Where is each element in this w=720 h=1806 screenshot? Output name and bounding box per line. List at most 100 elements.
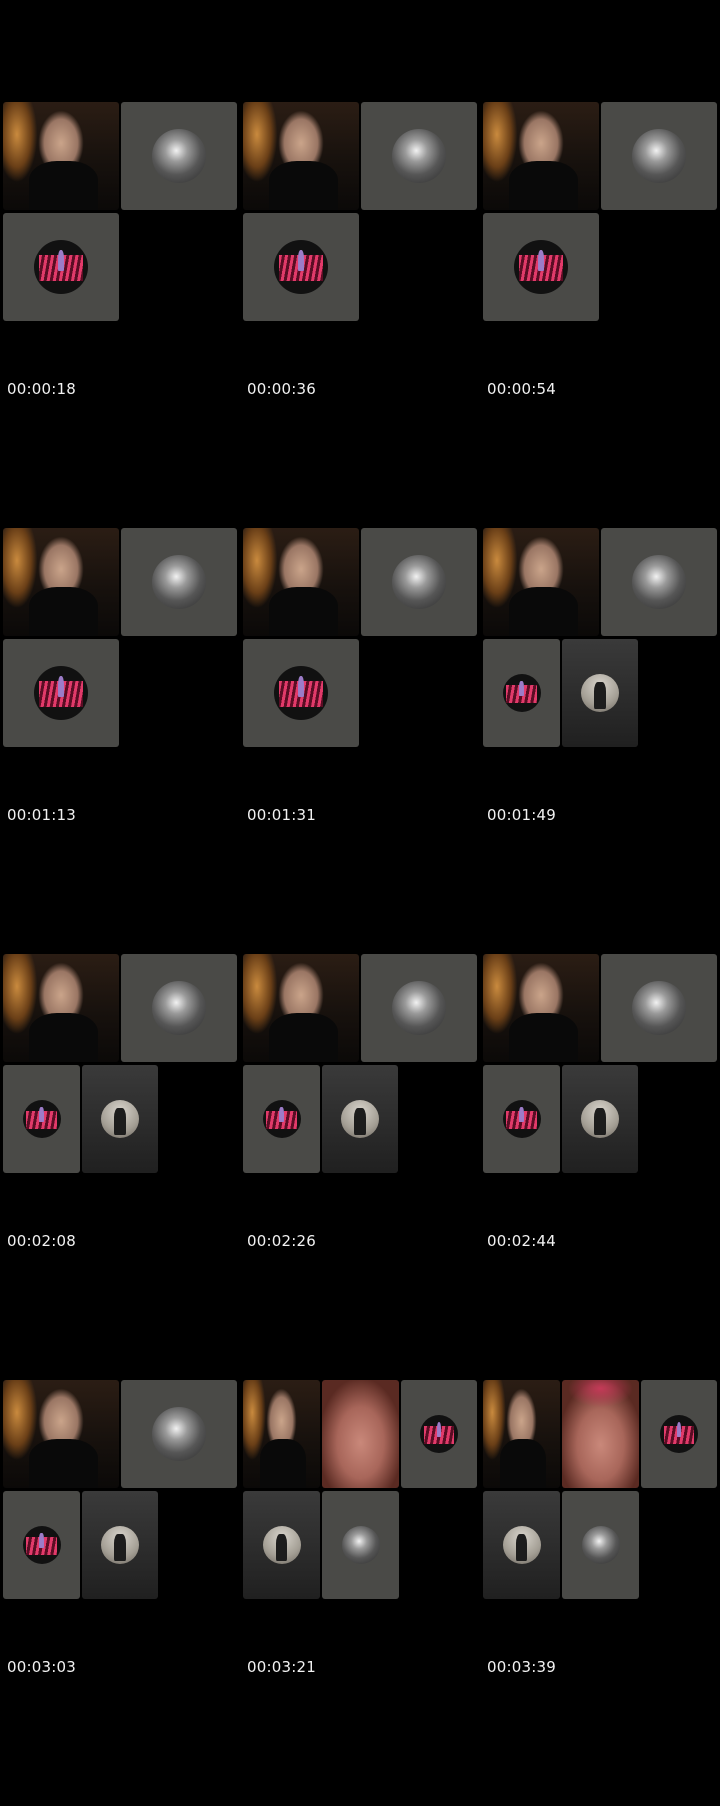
participant-tile-guy xyxy=(243,1491,320,1599)
avatar-red-lights xyxy=(262,1100,301,1138)
avatar-car xyxy=(152,1407,206,1461)
avatar-car xyxy=(632,129,686,183)
avatar-red-lights xyxy=(660,1415,698,1453)
timestamp: 00:00:18 xyxy=(7,380,76,398)
avatar-car xyxy=(392,129,446,183)
timestamp: 00:00:36 xyxy=(247,380,316,398)
participant-tile-guy xyxy=(562,1065,638,1173)
participant-video-woman xyxy=(3,528,119,636)
timestamp: 00:02:44 xyxy=(487,1232,556,1250)
timestamp: 00:03:03 xyxy=(7,1658,76,1676)
participant-video-woman xyxy=(3,1380,119,1488)
avatar-red-lights xyxy=(420,1415,458,1453)
participant-video-woman xyxy=(3,954,119,1062)
frame-11: 00:03:21 xyxy=(243,1380,477,1806)
participant-tile-car xyxy=(121,102,237,210)
participant-video-woman xyxy=(483,102,599,210)
participant-tile-red xyxy=(243,639,359,747)
avatar-guy xyxy=(581,674,619,712)
avatar-red-lights xyxy=(274,666,328,720)
participant-video-woman xyxy=(483,954,599,1062)
avatar-car xyxy=(632,555,686,609)
avatar-car xyxy=(581,1526,620,1564)
avatar-guy xyxy=(581,1100,619,1138)
participant-tile-guy xyxy=(82,1491,158,1599)
participant-tile-guy xyxy=(322,1065,398,1173)
participant-tile-red xyxy=(3,639,119,747)
avatar-car xyxy=(632,981,686,1035)
frame-3: 00:00:54 xyxy=(483,102,717,528)
timestamp: 00:02:26 xyxy=(247,1232,316,1250)
participant-tile-red xyxy=(243,213,359,321)
participant-tile-car xyxy=(121,528,237,636)
avatar-car xyxy=(152,129,206,183)
participant-tile-red xyxy=(641,1380,717,1488)
participant-tile-car xyxy=(121,954,237,1062)
participant-tile-car xyxy=(601,528,717,636)
participant-tile-red xyxy=(3,1065,80,1173)
avatar-guy xyxy=(341,1100,379,1138)
avatar-car xyxy=(392,981,446,1035)
participant-tile-car xyxy=(601,954,717,1062)
frame-1: 00:00:18 xyxy=(3,102,237,528)
participant-tile-car xyxy=(121,1380,237,1488)
avatar-red-lights xyxy=(34,666,88,720)
participant-tile-car xyxy=(322,1491,399,1599)
avatar-red-lights xyxy=(502,1100,541,1138)
timestamp: 00:01:31 xyxy=(247,806,316,824)
timestamp: 00:01:49 xyxy=(487,806,556,824)
frame-2: 00:00:36 xyxy=(243,102,477,528)
participant-tile-guy xyxy=(82,1065,158,1173)
frame-5: 00:01:31 xyxy=(243,528,477,954)
frame-6: 00:01:49 xyxy=(483,528,717,954)
participant-tile-red xyxy=(3,213,119,321)
avatar-car xyxy=(152,981,206,1035)
frame-4: 00:01:13 xyxy=(3,528,237,954)
participant-tile-red xyxy=(401,1380,477,1488)
avatar-red-lights xyxy=(22,1526,61,1564)
participant-video-woman xyxy=(243,954,359,1062)
participant-tile-red xyxy=(483,1065,560,1173)
participant-video-woman xyxy=(243,528,359,636)
avatar-car xyxy=(341,1526,380,1564)
frame-9: 00:02:44 xyxy=(483,954,717,1380)
avatar-car xyxy=(152,555,206,609)
participant-tile-car xyxy=(562,1491,639,1599)
participant-video-woman xyxy=(483,1380,560,1488)
frame-12: 00:03:39 xyxy=(483,1380,717,1806)
timestamp: 00:02:08 xyxy=(7,1232,76,1250)
participant-tile-red xyxy=(243,1065,320,1173)
participant-tile-guy xyxy=(483,1491,560,1599)
participant-video-man xyxy=(562,1380,639,1488)
avatar-guy xyxy=(101,1100,139,1138)
participant-tile-car xyxy=(361,528,477,636)
timestamp: 00:03:39 xyxy=(487,1658,556,1676)
avatar-guy xyxy=(502,1526,541,1564)
frame-7: 00:02:08 xyxy=(3,954,237,1380)
participant-video-woman xyxy=(243,1380,320,1488)
timestamp: 00:01:13 xyxy=(7,806,76,824)
timestamp: 00:03:21 xyxy=(247,1658,316,1676)
avatar-red-lights xyxy=(274,240,328,294)
avatar-red-lights xyxy=(34,240,88,294)
participant-tile-car xyxy=(361,954,477,1062)
participant-tile-car xyxy=(361,102,477,210)
participant-video-woman xyxy=(243,102,359,210)
frame-10: 00:03:03 xyxy=(3,1380,237,1806)
avatar-red-lights xyxy=(514,240,568,294)
participant-video-man xyxy=(322,1380,399,1488)
avatar-guy xyxy=(101,1526,139,1564)
participant-tile-red xyxy=(483,639,560,747)
avatar-red-lights xyxy=(502,674,541,712)
participant-tile-guy xyxy=(562,639,638,747)
timestamp: 00:00:54 xyxy=(487,380,556,398)
participant-video-woman xyxy=(3,102,119,210)
avatar-guy xyxy=(262,1526,301,1564)
participant-tile-red xyxy=(3,1491,80,1599)
avatar-car xyxy=(392,555,446,609)
avatar-red-lights xyxy=(22,1100,61,1138)
participant-tile-red xyxy=(483,213,599,321)
frame-8: 00:02:26 xyxy=(243,954,477,1380)
participant-video-woman xyxy=(483,528,599,636)
participant-tile-car xyxy=(601,102,717,210)
